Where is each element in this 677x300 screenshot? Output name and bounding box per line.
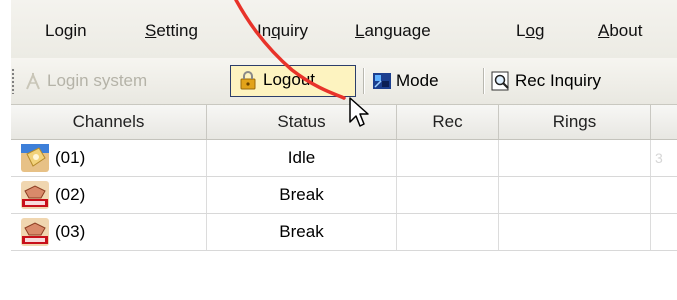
mode-label: Mode bbox=[396, 71, 439, 90]
channel-label: (03) bbox=[55, 222, 86, 241]
phone-idle-icon bbox=[21, 144, 49, 172]
extra-cell bbox=[651, 177, 677, 213]
rec-cell bbox=[397, 177, 499, 213]
column-header-rec[interactable]: Rec bbox=[397, 105, 499, 139]
menu-about[interactable]: About bbox=[598, 19, 642, 43]
application-window: Login Setting Inquiry Language Log About… bbox=[11, 0, 677, 300]
logout-button[interactable]: Logout bbox=[230, 65, 356, 97]
table-row[interactable]: (01) Idle 3 bbox=[11, 140, 677, 177]
no-line-icon bbox=[21, 181, 49, 209]
rec-cell bbox=[397, 214, 499, 250]
left-edge bbox=[0, 0, 11, 300]
rings-cell bbox=[499, 177, 651, 213]
toolbar-grip[interactable] bbox=[11, 68, 15, 94]
channel-label: (02) bbox=[55, 185, 86, 204]
table-header: Channels Status Rec Rings bbox=[11, 105, 677, 140]
rec-inquiry-button[interactable]: Rec Inquiry bbox=[491, 67, 661, 95]
channels-table: Channels Status Rec Rings (01) Idle 3 (0… bbox=[11, 105, 677, 300]
table-row[interactable]: (02) Break bbox=[11, 177, 677, 214]
rec-cell bbox=[397, 140, 499, 176]
login-system-label: Login system bbox=[47, 71, 148, 90]
extra-cell bbox=[651, 214, 677, 250]
menu-inquiry[interactable]: Inquiry bbox=[257, 19, 308, 43]
mode-button[interactable]: Mode bbox=[372, 67, 472, 95]
menu-bar: Login Setting Inquiry Language Log About bbox=[11, 0, 677, 58]
no-line-icon bbox=[21, 218, 49, 246]
login-icon bbox=[26, 72, 40, 90]
channel-cell: (03) bbox=[11, 214, 207, 250]
status-cell: Idle bbox=[207, 140, 397, 176]
status-cell: Break bbox=[207, 214, 397, 250]
rec-inquiry-label: Rec Inquiry bbox=[515, 71, 601, 90]
toolbar-separator bbox=[363, 68, 365, 94]
column-header-channels[interactable]: Channels bbox=[11, 105, 207, 139]
mouse-pointer-icon bbox=[349, 97, 369, 127]
menu-language[interactable]: Language bbox=[355, 19, 431, 43]
logout-label: Logout bbox=[263, 70, 315, 89]
channel-cell: (02) bbox=[11, 177, 207, 213]
table-row[interactable]: (03) Break bbox=[11, 214, 677, 251]
menu-login[interactable]: Login bbox=[45, 19, 87, 43]
status-cell: Break bbox=[207, 177, 397, 213]
search-document-icon bbox=[491, 71, 509, 91]
column-header-extra bbox=[651, 105, 677, 139]
login-system-button[interactable]: Login system bbox=[23, 67, 221, 95]
extra-cell: 3 bbox=[655, 150, 663, 166]
toolbar-separator bbox=[483, 68, 485, 94]
logout-lock-icon bbox=[240, 71, 256, 90]
menu-setting[interactable]: Setting bbox=[145, 19, 198, 43]
mode-icon bbox=[373, 73, 391, 89]
toolbar: Login system Logout Mode Rec Inquiry bbox=[11, 58, 677, 105]
rings-cell bbox=[499, 214, 651, 250]
column-header-rings[interactable]: Rings bbox=[499, 105, 651, 139]
rings-cell bbox=[499, 140, 651, 176]
channel-label: (01) bbox=[55, 148, 86, 167]
channel-cell: (01) bbox=[11, 140, 207, 176]
menu-log[interactable]: Log bbox=[516, 19, 544, 43]
